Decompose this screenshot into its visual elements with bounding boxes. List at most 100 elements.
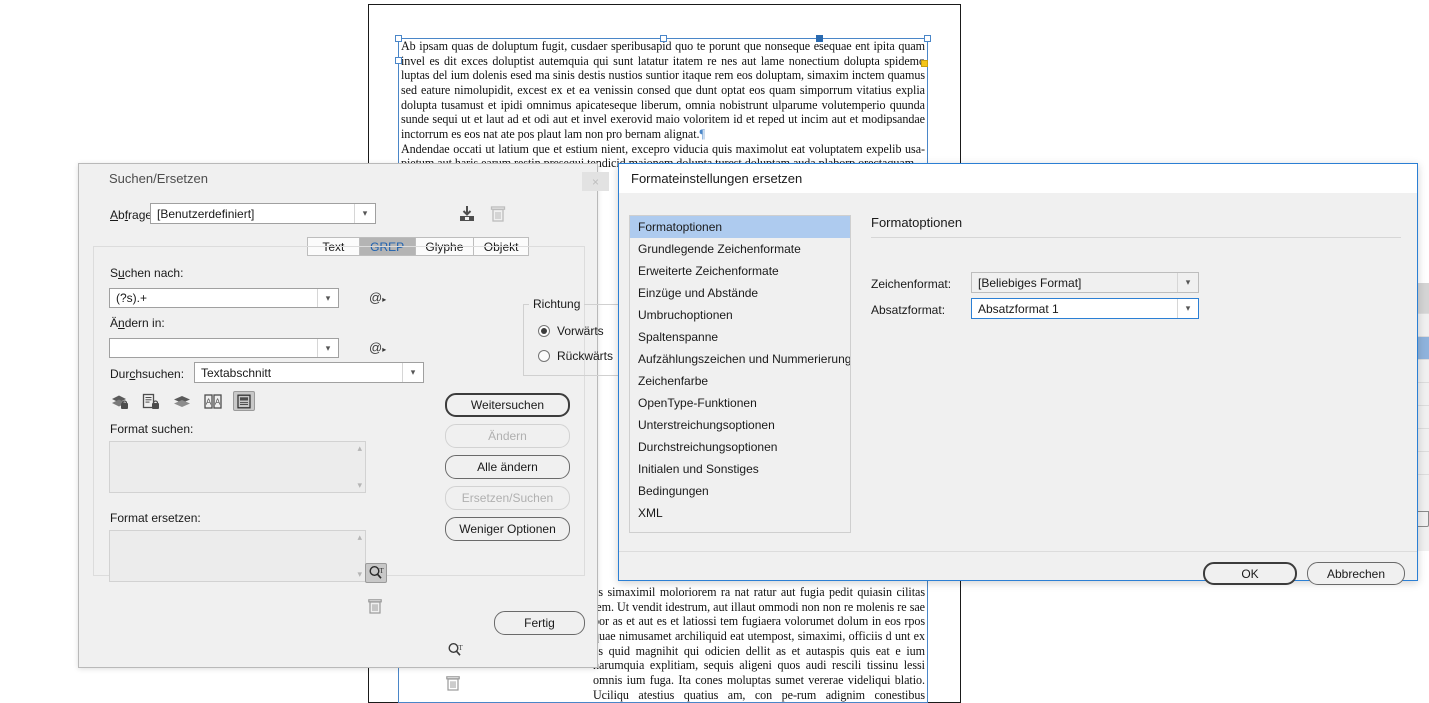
include-locked-layers-icon[interactable]	[109, 391, 131, 411]
pane-divider	[871, 237, 1401, 238]
radio-forward-label: Vorwärts	[557, 324, 604, 338]
done-button[interactable]: Fertig	[494, 611, 585, 635]
search-special-char-icon[interactable]: @▸	[369, 290, 386, 305]
include-hidden-layers-icon[interactable]	[171, 391, 193, 411]
include-master-pages-icon[interactable]: A A	[202, 391, 224, 411]
search-for-input[interactable]: (?s).+ ▾	[109, 288, 339, 308]
query-select[interactable]: [Benutzerdefiniert] ▾	[150, 203, 376, 224]
delete-query-icon[interactable]	[489, 205, 507, 223]
svg-text:A: A	[215, 397, 221, 406]
pilcrow-mark: ¶	[699, 126, 705, 141]
save-query-icon[interactable]	[457, 205, 477, 223]
character-style-select[interactable]: [Beliebiges Format] ▾	[971, 272, 1199, 293]
category-durchstreichungsoptionen[interactable]: Durchstreichungsoptionen	[630, 436, 850, 458]
radio-backward-label: Rückwärts	[557, 349, 614, 363]
frame-handle-top-center[interactable]	[660, 35, 667, 42]
radio-backward[interactable]: Rückwärts	[538, 349, 613, 363]
chevron-down-icon[interactable]: ▾	[1177, 299, 1198, 318]
frame-handle-left-upper[interactable]	[395, 57, 402, 64]
change-to-label: Ändern in:	[110, 316, 165, 330]
frame-handle-top-right[interactable]	[924, 35, 931, 42]
category-unterstreichungsoptionen[interactable]: Unterstreichungsoptionen	[630, 414, 850, 436]
change-find-button[interactable]: Ersetzen/Suchen	[445, 486, 570, 510]
close-icon[interactable]: ×	[582, 172, 609, 191]
character-style-label: Zeichenformat:	[871, 277, 952, 291]
format-replace-box[interactable]: ▴ ▾	[109, 530, 366, 582]
chevron-up-icon: ▴	[357, 532, 362, 542]
radio-forward[interactable]: Vorwärts	[538, 324, 604, 338]
paragraph-style-select[interactable]: Absatzformat 1 ▾	[971, 298, 1199, 319]
ok-label: OK	[1241, 566, 1259, 581]
change-label: Ändern	[488, 429, 527, 443]
format-category-list[interactable]: Formatoptionen Grundlegende Zeichenforma…	[629, 215, 851, 533]
chevron-down-icon[interactable]: ▾	[402, 363, 423, 382]
scope-select[interactable]: Textabschnitt ▾	[194, 362, 424, 383]
category-initialen-und-sonstiges[interactable]: Initialen und Sonstiges	[630, 458, 850, 480]
change-find-label: Ersetzen/Suchen	[461, 491, 554, 505]
category-xml[interactable]: XML	[630, 502, 850, 524]
format-find-specify-button[interactable]: T	[444, 640, 466, 660]
find-next-button[interactable]: Weitersuchen	[445, 393, 570, 417]
radio-backward-indicator	[538, 350, 550, 362]
frame-handle-top-left[interactable]	[395, 35, 402, 42]
category-opentype-funktionen[interactable]: OpenType-Funktionen	[630, 392, 850, 414]
change-all-label: Alle ändern	[477, 460, 538, 474]
category-aufzaehlungszeichen-nummerierung[interactable]: Aufzählungszeichen und Nummerierung	[630, 348, 850, 370]
change-all-button[interactable]: Alle ändern	[445, 455, 570, 479]
search-for-value: (?s).+	[116, 291, 148, 305]
search-for-label: Suchen nach:	[110, 266, 184, 280]
svg-text:T: T	[459, 644, 464, 652]
replace-format-title: Formateinstellungen ersetzen	[631, 171, 803, 186]
done-label: Fertig	[524, 616, 555, 630]
frame-handle-in-port[interactable]	[816, 35, 823, 42]
svg-text:A: A	[206, 397, 212, 406]
query-label: Abfrage:	[110, 208, 156, 222]
category-bedingungen[interactable]: Bedingungen	[630, 480, 850, 502]
category-formatoptionen[interactable]: Formatoptionen	[630, 216, 850, 238]
chevron-down-icon[interactable]: ▾	[317, 339, 338, 357]
chevron-down-icon[interactable]: ▾	[317, 289, 338, 307]
format-replace-clear-icon[interactable]	[367, 598, 383, 615]
find-replace-titlebar[interactable]: Suchen/Ersetzen ×	[79, 164, 609, 194]
change-button[interactable]: Ändern	[445, 424, 570, 448]
footer-divider	[619, 551, 1417, 552]
query-value: [Benutzerdefiniert]	[157, 206, 255, 221]
chevron-down-icon: ▾	[354, 204, 375, 223]
category-zeichenfarbe[interactable]: Zeichenfarbe	[630, 370, 850, 392]
find-replace-title: Suchen/Ersetzen	[109, 171, 209, 186]
format-replace-specify-button[interactable]: T	[365, 563, 387, 583]
paragraph-style-label: Absatzformat:	[871, 303, 946, 317]
category-umbruchoptionen[interactable]: Umbruchoptionen	[630, 304, 850, 326]
frame-handle-corner-radius[interactable]	[921, 60, 928, 67]
format-find-clear-icon[interactable]	[445, 675, 461, 692]
cancel-button[interactable]: Abbrechen	[1307, 562, 1405, 585]
fewer-options-button[interactable]: Weniger Optionen	[445, 517, 570, 541]
cancel-label: Abbrechen	[1326, 566, 1386, 581]
scope-tool-icons: A A	[109, 391, 255, 411]
chevron-down-icon: ▾	[357, 569, 362, 579]
format-pane-title: Formatoptionen	[871, 215, 963, 230]
chevron-down-icon: ▾	[357, 480, 362, 490]
story-text-bottom[interactable]: as simaximil moloriorem ra nat ratur aut…	[593, 585, 925, 703]
svg-text:T: T	[380, 567, 385, 575]
include-footnotes-icon[interactable]	[233, 391, 255, 411]
format-replace-label: Format ersetzen:	[110, 511, 201, 525]
replace-special-char-icon[interactable]: @▸	[369, 340, 386, 355]
fewer-options-label: Weniger Optionen	[459, 522, 556, 536]
scope-label: Durchsuchen:	[110, 367, 185, 381]
paragraph-style-value: Absatzformat 1	[978, 301, 1059, 316]
ok-button[interactable]: OK	[1203, 562, 1297, 585]
chevron-down-icon[interactable]: ▾	[1177, 273, 1198, 292]
direction-group	[523, 304, 633, 376]
radio-forward-indicator	[538, 325, 550, 337]
include-locked-stories-icon[interactable]	[140, 391, 162, 411]
change-to-input[interactable]: ▾	[109, 338, 339, 358]
format-find-box[interactable]: ▴ ▾	[109, 441, 366, 493]
category-grundlegende-zeichenformate[interactable]: Grundlegende Zeichenformate	[630, 238, 850, 260]
category-spaltenspanne[interactable]: Spaltenspanne	[630, 326, 850, 348]
category-erweiterte-zeichenformate[interactable]: Erweiterte Zeichenformate	[630, 260, 850, 282]
replace-format-titlebar[interactable]: Formateinstellungen ersetzen	[619, 164, 1417, 193]
story-text-top[interactable]: Ab ipsam quas de doluptum fugit, cusdaer…	[401, 39, 925, 171]
category-einzuege-und-abstaende[interactable]: Einzüge und Abstände	[630, 282, 850, 304]
find-next-label: Weitersuchen	[470, 398, 545, 412]
